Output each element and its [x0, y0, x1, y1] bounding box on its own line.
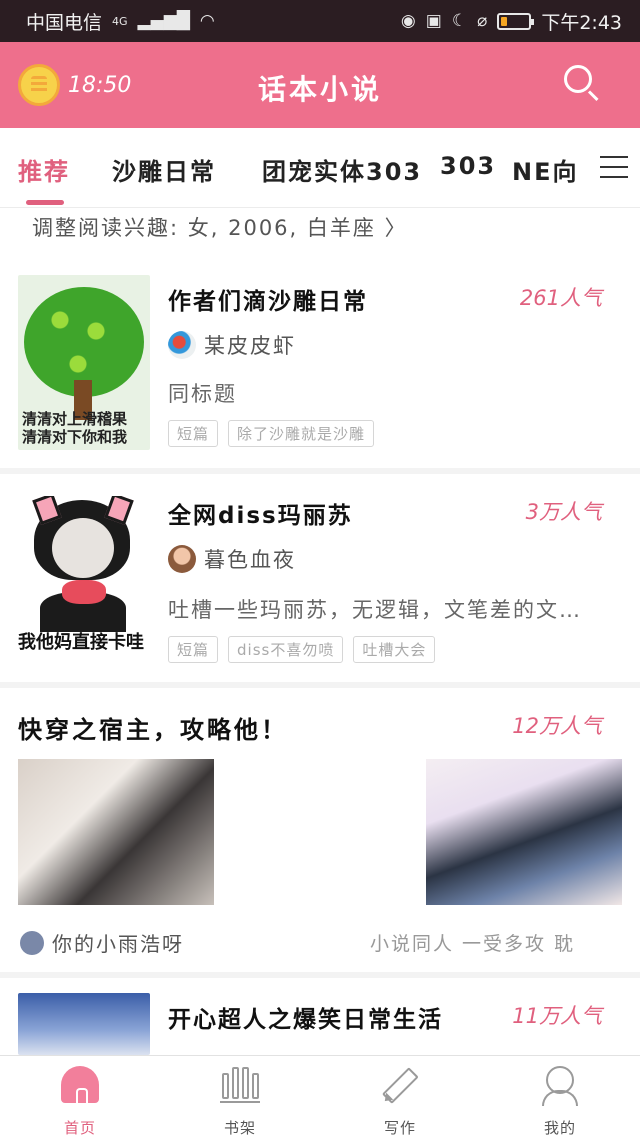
mute-icon: ⌀ [477, 11, 488, 31]
cover-caption: 清清对上滑稽果 [22, 410, 128, 428]
author-name: 你的小雨浩呀 [52, 932, 184, 956]
avatar [168, 331, 196, 359]
author-name: 某皮皮虾 [204, 334, 296, 358]
story-title[interactable]: 作者们滴沙雕日常 [168, 282, 368, 316]
home-icon [61, 1066, 99, 1106]
nav-write[interactable]: 写作 [320, 1056, 480, 1138]
menu-icon[interactable] [600, 156, 628, 180]
app-header: 18:50 话本小说 [0, 42, 640, 128]
active-tab-indicator [26, 200, 64, 205]
tab-ne[interactable]: NE向 [512, 152, 578, 187]
eye-icon: ◉ [400, 11, 416, 31]
cover-caption: 清清对下你和我 [22, 428, 128, 446]
search-button[interactable] [564, 65, 600, 102]
tag[interactable]: diss不喜勿喷 [228, 636, 344, 663]
nfc-icon: ▣ [425, 11, 442, 31]
story-title[interactable]: 全网diss玛丽苏 [168, 496, 353, 530]
popularity-count: 11万人气 [512, 1004, 602, 1028]
interest-text: 调整阅读兴趣: 女, 2006, 白羊座 〉 [32, 216, 408, 240]
moon-icon: ☾ [451, 11, 468, 31]
category-tabs: 推荐 沙雕日常 团宠实体303 303 NE向 [0, 128, 640, 208]
story-card[interactable]: 清清对上滑稽果 清清对下你和我 作者们滴沙雕日常 261人气 某皮皮虾 同标题 … [0, 250, 640, 468]
popularity-count: 3万人气 [525, 500, 602, 524]
story-author[interactable]: 暮色血夜 [168, 544, 296, 574]
tab-303[interactable]: 303 [440, 152, 496, 180]
carrier-label: 中国电信 [26, 11, 103, 34]
pen-icon [373, 1057, 427, 1111]
story-tags: 短篇 diss不喜勿喷 吐槽大会 [168, 636, 436, 663]
popularity-count: 261人气 [519, 286, 602, 310]
avatar [20, 930, 44, 955]
interest-row[interactable]: 调整阅读兴趣: 女, 2006, 白羊座 〉 [0, 208, 640, 250]
nav-profile[interactable]: 我的 [480, 1056, 640, 1138]
tag[interactable]: 短篇 [168, 420, 219, 447]
tag[interactable]: 吐槽大会 [353, 636, 436, 663]
story-card[interactable]: 快穿之宿主，攻略他！ 12万人气 你的小雨浩呀 小说同人 一受多攻 耽 [0, 688, 640, 972]
story-cover [426, 759, 622, 905]
story-description: 同标题 [168, 382, 237, 406]
story-cover [18, 759, 214, 905]
story-title[interactable]: 快穿之宿主，攻略他！ [18, 710, 288, 745]
author-name: 暮色血夜 [204, 548, 296, 572]
app-title: 话本小说 [257, 73, 382, 106]
profile-icon [540, 1066, 580, 1106]
story-card[interactable]: 开心超人之爆笑日常生活 11万人气 [0, 978, 640, 1055]
popularity-count: 12万人气 [512, 714, 602, 738]
nav-label: 首页 [63, 1119, 96, 1137]
story-tags: 短篇 除了沙雕就是沙雕 [168, 420, 375, 447]
status-bar: 中国电信 4G ▂▄▆█ ◠ ◉ ▣ ☾ ⌀ 下午2:43 [0, 0, 640, 42]
story-author[interactable]: 你的小雨浩呀 [20, 928, 184, 957]
network-label: 4G [112, 14, 128, 28]
status-time: 下午2:43 [541, 11, 622, 34]
tab-shadiao[interactable]: 沙雕日常 [112, 152, 216, 187]
story-tags: 小说同人 一受多攻 耽 [370, 933, 576, 955]
story-description: 吐槽一些玛丽苏，无逻辑，文笔差的文… [168, 598, 582, 622]
nav-bookshelf[interactable]: 书架 [160, 1056, 320, 1138]
avatar [168, 545, 196, 573]
tab-tuanchong[interactable]: 团宠实体303 [262, 152, 422, 187]
nav-label: 写作 [383, 1119, 416, 1137]
story-author[interactable]: 某皮皮虾 [168, 330, 296, 360]
battery-icon [497, 12, 535, 30]
bookshelf-icon [220, 1066, 260, 1103]
nav-home[interactable]: 首页 [0, 1056, 160, 1138]
wifi-icon: ◠ [199, 11, 215, 31]
story-card[interactable]: 我他妈直接卡哇 全网diss玛丽苏 3万人气 暮色血夜 吐槽一些玛丽苏，无逻辑，… [0, 474, 640, 682]
story-cover [18, 993, 150, 1055]
app-root: 中国电信 4G ▂▄▆█ ◠ ◉ ▣ ☾ ⌀ 下午2:43 18:50 话本小说… [0, 0, 640, 1138]
signal-icon: ▂▄▆█ [137, 11, 190, 31]
story-cover: 我他妈直接卡哇 [18, 496, 150, 656]
cover-caption: 我他妈直接卡哇 [18, 632, 144, 653]
status-right: ◉ ▣ ☾ ⌀ 下午2:43 [401, 8, 622, 35]
story-cover: 清清对上滑稽果 清清对下你和我 [18, 275, 150, 450]
story-title[interactable]: 开心超人之爆笑日常生活 [168, 1000, 443, 1034]
bottom-nav: 首页 书架 写作 我的 [0, 1055, 640, 1138]
tag[interactable]: 除了沙雕就是沙雕 [228, 420, 375, 447]
nav-label: 书架 [223, 1119, 256, 1137]
search-icon [564, 65, 592, 93]
status-left: 中国电信 4G ▂▄▆█ ◠ [26, 8, 215, 35]
tag[interactable]: 短篇 [168, 636, 219, 663]
nav-label: 我的 [543, 1119, 576, 1137]
tab-recommend[interactable]: 推荐 [18, 152, 70, 187]
